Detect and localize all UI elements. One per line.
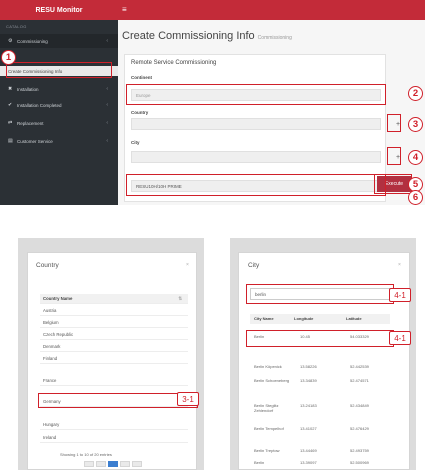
callout-badge: 4-1 [389, 331, 411, 345]
panel-title: Remote Service Commissioning [131, 60, 217, 66]
city-longitude-cell: 13.58226 [300, 364, 317, 369]
country-table-header[interactable]: Country Name ⇅ [40, 294, 188, 305]
column-header: Longitude [294, 316, 314, 321]
pager-page[interactable] [120, 461, 130, 467]
callout-badge: 2 [408, 86, 423, 101]
city-longitude-cell: 13.44469 [300, 448, 317, 453]
callout-badge: 4 [408, 150, 423, 165]
country-field[interactable] [131, 118, 381, 130]
city-longitude-cell: 13.39097 [300, 460, 317, 465]
chevron-left-icon: ‹ [106, 120, 108, 126]
continent-label: Continent [131, 75, 152, 80]
column-header: Country Name [43, 296, 73, 302]
table-row[interactable]: Hungary [40, 420, 188, 431]
callout-badge: 4-1 [389, 288, 411, 302]
highlight-box [6, 62, 112, 78]
app-brand: RESU Monitor [0, 0, 118, 20]
sidebar-item-label: Installation [17, 86, 39, 92]
sidebar-item-installation[interactable]: ✖ Installation ‹ [0, 82, 118, 96]
callout-badge: 1 [1, 50, 16, 65]
city-name-cell: Berlin Schoeneberg [254, 378, 290, 383]
chevron-left-icon: ‹ [106, 102, 108, 108]
chevron-down-icon: ‹ [106, 38, 108, 44]
sidebar-item-customer-service[interactable]: ▤ Customer Service ‹ [0, 134, 118, 148]
city-longitude-cell: 13.41027 [300, 426, 317, 431]
pager-page[interactable] [96, 461, 106, 467]
document-icon: ▤ [8, 138, 13, 144]
top-bar [118, 0, 425, 20]
column-header: City Name [254, 316, 274, 321]
page-subtitle: Commissioning [257, 35, 292, 41]
highlight-box [126, 84, 386, 105]
column-header: Latitude [346, 316, 362, 321]
city-label: City [131, 140, 140, 145]
city-longitude-cell: 13.34839 [300, 378, 317, 383]
city-name-cell: Berlin Köpenick [254, 364, 282, 369]
page-title-text: Create Commissioning Info [122, 30, 255, 42]
city-latitude-cell: 52.476429 [350, 426, 369, 431]
chevron-left-icon: ‹ [106, 138, 108, 144]
city-latitude-cell: 52.474571 [350, 378, 369, 383]
highlight-box [374, 174, 412, 194]
sidebar-category-label: CATALOG [6, 24, 27, 29]
city-field[interactable] [131, 151, 381, 163]
highlight-box [387, 114, 401, 132]
hamburger-menu-icon[interactable]: ≡ [122, 5, 127, 14]
callout-badge: 3-1 [177, 392, 199, 406]
pager-prev[interactable] [84, 461, 94, 467]
country-label: Country [131, 110, 149, 115]
close-icon[interactable]: × [398, 262, 401, 268]
sidebar-item-label: Replacement [17, 120, 44, 126]
close-icon[interactable]: × [186, 262, 189, 268]
sidebar-item-commissioning[interactable]: ⚙ Commissioning ‹ [0, 34, 118, 48]
table-row[interactable]: Austria [40, 306, 188, 317]
city-table-header[interactable]: City Name Longitude Latitude [250, 314, 390, 324]
gear-icon: ⚙ [8, 38, 13, 44]
commissioning-screen: RESU Monitor ≡ CATALOG ⚙ Commissioning ‹… [0, 0, 425, 205]
pager-next[interactable] [132, 461, 142, 467]
city-modal-title: City [248, 262, 260, 269]
sidebar-item-installation-completed[interactable]: ✔ Installation Completed ‹ [0, 98, 118, 112]
sidebar-item-label: Commissioning [17, 38, 48, 44]
table-row[interactable]: Finland [40, 354, 188, 365]
highlight-box [126, 174, 386, 196]
pagination-info: Showing 1 to 10 of 20 entries [60, 452, 112, 457]
country-modal-title: Country [36, 262, 59, 269]
city-latitude-cell: 52.500969 [350, 460, 369, 465]
city-name-cell: Berlin Treptow [254, 448, 280, 453]
chevron-left-icon: ‹ [106, 86, 108, 92]
page-title: Create Commissioning Info Commissioning [122, 30, 292, 42]
highlight-box [38, 393, 198, 408]
city-name-cell: Berlin Steglitz Zehlendorf [254, 403, 279, 413]
city-latitude-cell: 52.434849 [350, 403, 369, 408]
table-row[interactable]: Denmark [40, 342, 188, 353]
pager-current[interactable] [108, 461, 118, 467]
sort-icon: ⇅ [178, 295, 182, 301]
wrench-icon: ✖ [8, 86, 13, 92]
highlight-box [246, 284, 394, 304]
sidebar-item-replacement[interactable]: ⇄ Replacement ‹ [0, 116, 118, 130]
highlight-box [387, 147, 401, 165]
table-row[interactable]: Ireland [40, 433, 188, 444]
swap-icon: ⇄ [8, 120, 13, 126]
highlight-box [246, 330, 394, 347]
city-name-cell: Berlin Tempelhof [254, 426, 284, 431]
sidebar-item-label: Customer Service [17, 138, 53, 144]
check-icon: ✔ [8, 102, 13, 108]
table-row[interactable]: France [40, 376, 188, 387]
city-longitude-cell: 13.24183 [300, 403, 317, 408]
callout-badge: 6 [408, 190, 423, 205]
city-latitude-cell: 52.493759 [350, 448, 369, 453]
table-row[interactable]: Czech Republic [40, 330, 188, 341]
callout-badge: 3 [408, 117, 423, 132]
table-row[interactable]: Belgium [40, 318, 188, 329]
sidebar-item-label: Installation Completed [17, 102, 62, 108]
city-latitude-cell: 52.442539 [350, 364, 369, 369]
city-name-cell: Berlin [254, 460, 265, 465]
